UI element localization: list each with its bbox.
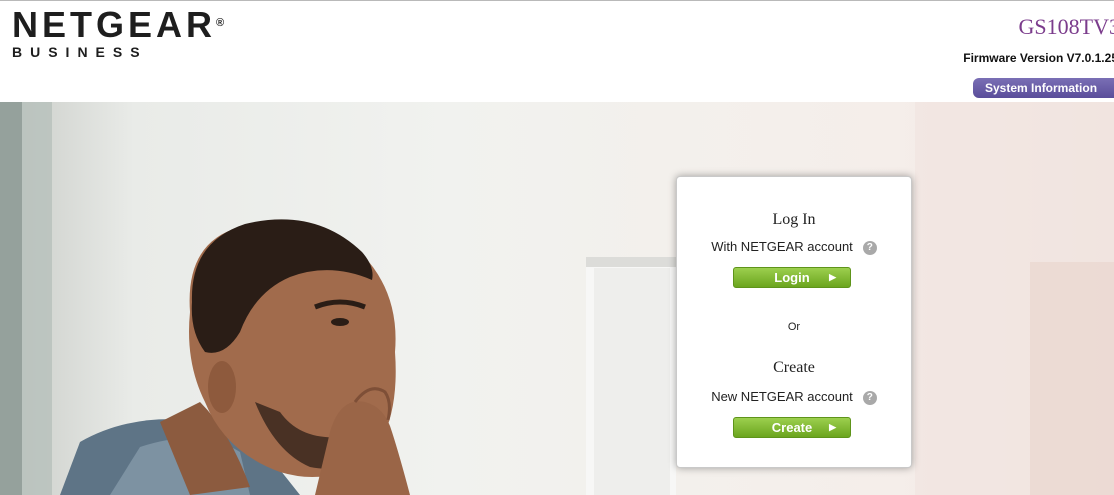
login-subtitle-row: With NETGEAR account? (677, 239, 911, 255)
login-button-label: Login (774, 270, 810, 285)
logo-subtitle: BUSINESS (12, 44, 148, 60)
logo-wordmark: NETGEAR® (12, 7, 225, 43)
login-card: Log In With NETGEAR account? Login ▶ Or … (676, 176, 912, 468)
firmware-version: Firmware Version V7.0.1.25 (963, 51, 1114, 65)
create-button-label: Create (771, 420, 813, 435)
arrow-right-icon: ▶ (829, 272, 836, 282)
arrow-right-icon: ▶ (829, 422, 836, 432)
model-name: GS108TV3 (1018, 14, 1114, 39)
login-subtitle: With NETGEAR account (711, 239, 853, 254)
system-information-button[interactable]: System Information (973, 78, 1114, 98)
hero-banner (0, 102, 1114, 495)
registered-mark: ® (216, 17, 225, 29)
help-icon[interactable]: ? (862, 241, 877, 255)
hero-photo (0, 102, 1114, 495)
logo-wordmark-text: NETGEAR (12, 4, 217, 45)
create-button[interactable]: Create ▶ (733, 417, 851, 438)
login-button[interactable]: Login ▶ (733, 267, 851, 288)
or-separator: Or (787, 321, 801, 333)
create-title: Create (773, 359, 815, 376)
login-title: Log In (772, 211, 816, 228)
top-divider (0, 0, 1114, 1)
page: NETGEAR® BUSINESS GS108TV3 Firmware Vers… (0, 0, 1114, 495)
create-subtitle: New NETGEAR account (711, 389, 853, 404)
create-subtitle-row: New NETGEAR account? (677, 389, 911, 405)
help-icon[interactable]: ? (862, 391, 877, 405)
netgear-business-logo: NETGEAR® BUSINESS (12, 7, 225, 61)
